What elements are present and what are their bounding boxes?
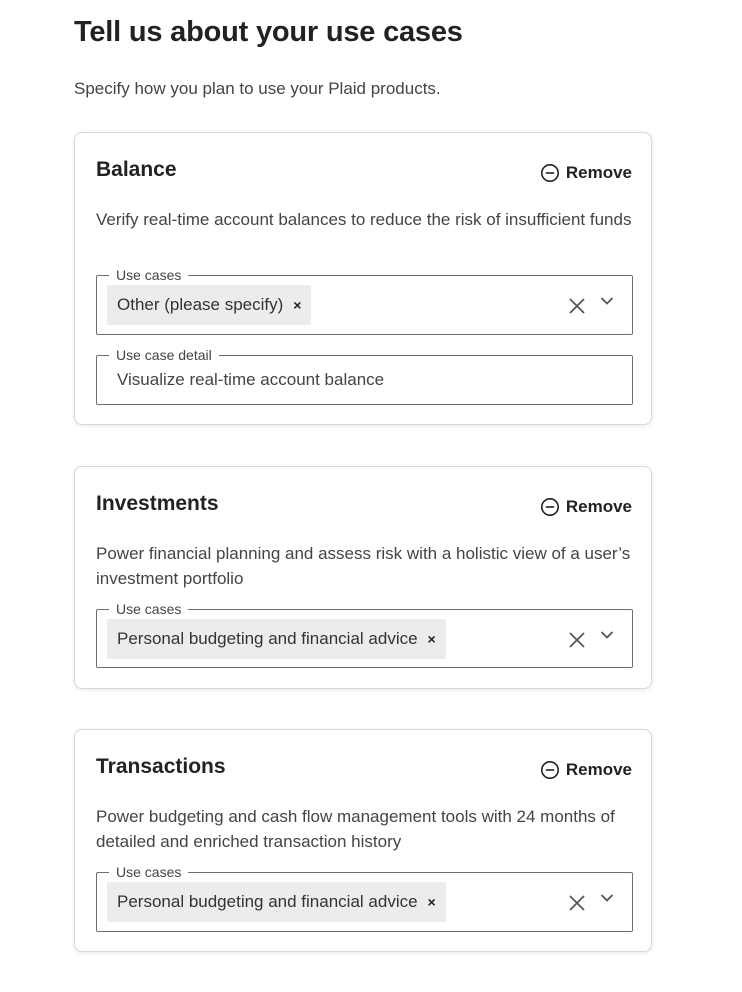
use-cases-page: Tell us about your use cases Specify how… bbox=[0, 0, 742, 992]
use-case-chip: Personal budgeting and financial advice … bbox=[107, 619, 446, 659]
use-cases-label: Use cases bbox=[109, 266, 189, 284]
use-case-detail-value: Visualize real-time account balance bbox=[117, 370, 385, 389]
chip-remove-icon[interactable]: × bbox=[428, 894, 436, 910]
card-title: Investments bbox=[96, 492, 219, 515]
product-card-investments: Investments Remove Power financial plann… bbox=[74, 466, 652, 689]
use-case-chip-label: Personal budgeting and financial advice bbox=[117, 629, 418, 648]
use-case-chip: Other (please specify) × bbox=[107, 285, 312, 325]
chip-remove-icon[interactable]: × bbox=[293, 297, 301, 313]
card-title: Balance bbox=[96, 158, 177, 181]
product-card-transactions: Transactions Remove Power budgeting and … bbox=[74, 729, 652, 952]
use-case-chip-label: Other (please specify) bbox=[117, 295, 284, 314]
remove-button[interactable]: Remove bbox=[540, 497, 632, 517]
use-cases-label: Use cases bbox=[109, 863, 189, 881]
clear-icon[interactable] bbox=[568, 894, 586, 912]
card-description: Power budgeting and cash flow management… bbox=[96, 807, 615, 851]
use-case-detail-field[interactable]: Use case detail Visualize real-time acco… bbox=[96, 346, 633, 405]
use-cases-label: Use cases bbox=[109, 600, 189, 618]
clear-icon[interactable] bbox=[568, 631, 586, 649]
use-cases-select[interactable]: Use cases Personal budgeting and financi… bbox=[96, 863, 633, 932]
use-case-chip: Personal budgeting and financial advice … bbox=[107, 882, 446, 922]
minus-circle-icon bbox=[540, 761, 559, 779]
card-title: Transactions bbox=[96, 755, 226, 778]
clear-icon[interactable] bbox=[568, 297, 586, 315]
chevron-down-icon[interactable] bbox=[600, 630, 614, 640]
chevron-down-icon[interactable] bbox=[600, 893, 614, 903]
chevron-down-icon[interactable] bbox=[600, 296, 614, 306]
use-cases-select[interactable]: Use cases Personal budgeting and financi… bbox=[96, 600, 633, 668]
chip-remove-icon[interactable]: × bbox=[428, 631, 436, 647]
page-title: Tell us about your use cases bbox=[74, 16, 463, 48]
minus-circle-icon bbox=[540, 164, 559, 182]
card-description: Verify real-time account balances to red… bbox=[96, 210, 632, 229]
product-card-balance: Balance Remove Verify real-time account … bbox=[74, 132, 652, 425]
use-case-chip-label: Personal budgeting and financial advice bbox=[117, 892, 418, 911]
remove-button-label: Remove bbox=[565, 163, 632, 182]
remove-button-label: Remove bbox=[565, 497, 632, 516]
minus-circle-icon bbox=[540, 498, 559, 516]
use-case-detail-label: Use case detail bbox=[109, 346, 219, 364]
card-description: Power financial planning and assess risk… bbox=[96, 544, 631, 588]
remove-button[interactable]: Remove bbox=[540, 760, 632, 780]
use-cases-select[interactable]: Use cases Other (please specify) × bbox=[96, 266, 633, 335]
remove-button[interactable]: Remove bbox=[540, 163, 632, 183]
page-subtitle: Specify how you plan to use your Plaid p… bbox=[74, 79, 441, 98]
remove-button-label: Remove bbox=[565, 760, 632, 779]
